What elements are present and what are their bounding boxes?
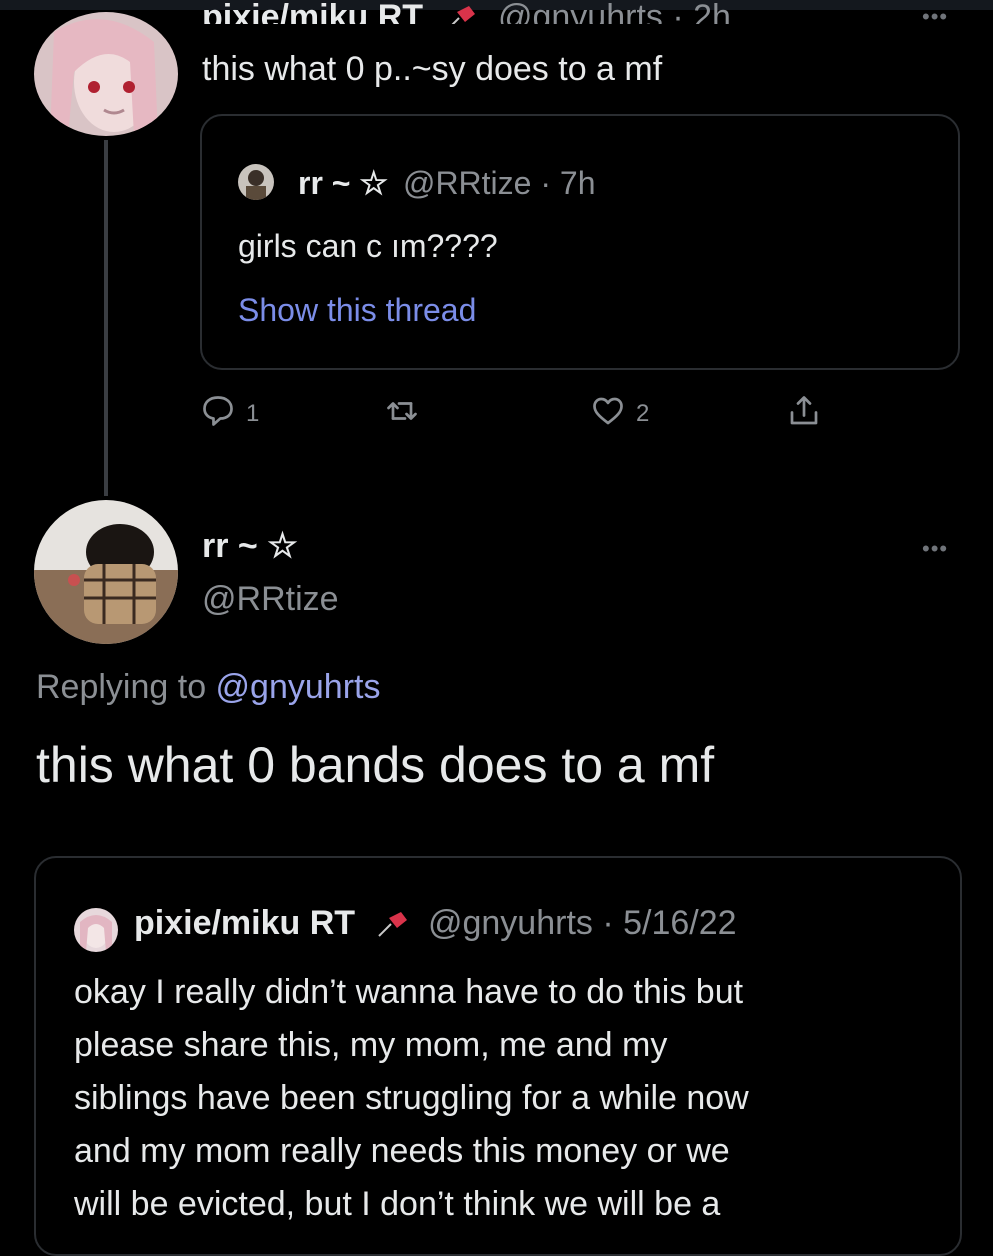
share-button[interactable] [786, 392, 822, 436]
show-thread-link[interactable]: Show this thread [238, 292, 476, 329]
tweet-header: pixie/miku RT @gnyuhrts · 2h [202, 0, 731, 24]
avatar[interactable] [34, 12, 178, 136]
quote-line: please share this, my mom, me and my [74, 1026, 668, 1064]
author-name[interactable]: pixie/miku RT [134, 904, 355, 942]
author-handle[interactable]: @gnyuhrts · 5/16/22 [428, 904, 737, 942]
avatar [74, 908, 118, 952]
retweet-button[interactable] [384, 392, 420, 436]
quote-line: will be evicted, but I don’t think we wi… [74, 1185, 721, 1223]
author-name[interactable]: rr ~ ☆ [202, 526, 298, 566]
author-handle[interactable]: @RRtize · 7h [403, 165, 596, 201]
replying-label: Replying to [36, 668, 216, 706]
pin-icon [375, 908, 411, 938]
author-name[interactable]: pixie/miku RT [202, 0, 423, 24]
reply-count: 1 [246, 400, 260, 427]
tweet-text: this what 0 p..~sy does to a mf [202, 50, 663, 88]
quoted-tweet[interactable]: pixie/miku RT @gnyuhrts · 5/16/22 okay I… [34, 856, 962, 1256]
quote-header: rr ~ ☆ @RRtize · 7h [298, 164, 595, 202]
quote-header: pixie/miku RT @gnyuhrts · 5/16/22 [134, 904, 737, 943]
thread-line [104, 140, 108, 496]
avatar[interactable] [34, 500, 178, 644]
avatar [238, 164, 274, 200]
quote-text: girls can c ım???? [238, 228, 498, 264]
more-dots-icon[interactable]: ••• [922, 4, 948, 30]
author-handle[interactable]: @gnyuhrts · 2h [498, 0, 731, 24]
tweet-text: this what 0 bands does to a mf [36, 737, 715, 793]
quote-text: okay I really didn’t wanna have to do th… [74, 966, 934, 1231]
author-handle[interactable]: @RRtize [202, 580, 339, 619]
retweet-icon [384, 393, 420, 436]
author-name[interactable]: rr ~ ☆ [298, 165, 388, 201]
more-dots-icon[interactable]: ••• [922, 536, 948, 562]
reply-icon [200, 393, 236, 436]
mention-link[interactable]: @gnyuhrts [216, 668, 381, 706]
quote-line: siblings have been struggling for a whil… [74, 1079, 749, 1117]
quote-line: and my mom really needs this money or we [74, 1132, 730, 1170]
share-icon [786, 393, 822, 436]
like-button[interactable]: 2 [590, 392, 649, 436]
like-count: 2 [636, 400, 650, 427]
pin-icon [443, 2, 479, 24]
reply-button[interactable]: 1 [200, 392, 259, 436]
replying-to: Replying to @gnyuhrts [36, 668, 380, 707]
quoted-tweet[interactable]: rr ~ ☆ @RRtize · 7h girls can c ım???? S… [200, 114, 960, 370]
heart-icon [590, 393, 626, 436]
quote-line: okay I really didn’t wanna have to do th… [74, 973, 744, 1011]
